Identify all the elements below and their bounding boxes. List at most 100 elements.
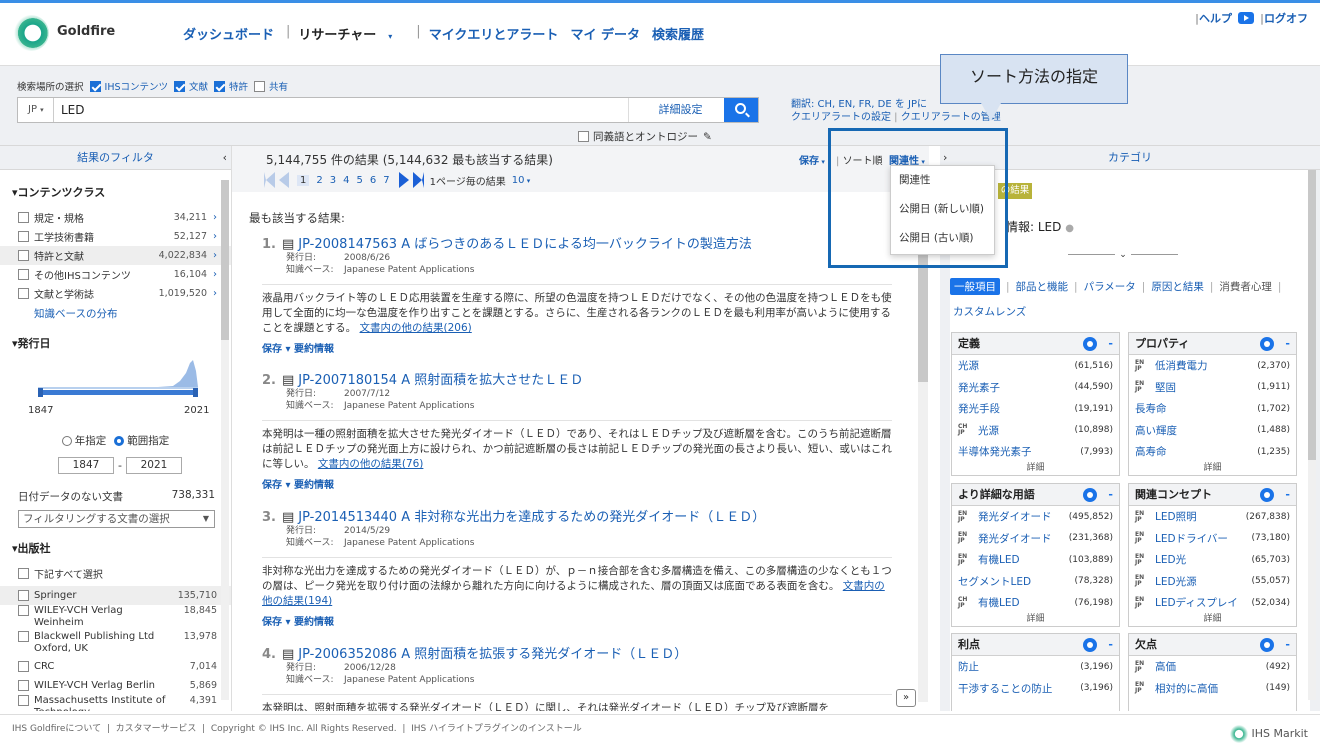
publisher-row[interactable]: Massachusetts Institute of Technology 4,3… bbox=[0, 695, 231, 711]
page-link[interactable]: 1 bbox=[297, 174, 310, 186]
nav-history[interactable]: 検索履歴 bbox=[652, 24, 704, 43]
nav-researcher[interactable]: リサーチャー ▾ bbox=[298, 24, 404, 43]
more-results-link[interactable]: 文書内の他の結果(206) bbox=[360, 322, 472, 334]
collapse-icon[interactable]: - bbox=[1108, 333, 1113, 355]
result-title[interactable]: 2. ▤ JP-2007180154 A 照射面積を拡大させたＬＥＤ bbox=[262, 369, 892, 388]
concept-row[interactable]: 干渉することの防止 (3,196) bbox=[952, 678, 1119, 700]
nav-my-data[interactable]: マイ データ bbox=[570, 24, 640, 43]
concept-row[interactable]: 発光素子 (44,590) bbox=[952, 377, 1119, 399]
search-button[interactable] bbox=[724, 98, 758, 122]
tab-consumer[interactable]: 消費者心理 bbox=[1219, 279, 1272, 294]
tab-parts[interactable]: 部品と機能 bbox=[1016, 279, 1069, 294]
prev-page-icon[interactable] bbox=[279, 172, 289, 188]
gear-icon[interactable] bbox=[1260, 638, 1274, 652]
filter-row[interactable]: 文献と学術誌 1,019,520 › bbox=[0, 284, 231, 303]
more-results-link[interactable]: 文書内の他の結果(76) bbox=[318, 458, 424, 470]
chevron-right-icon[interactable]: › bbox=[213, 269, 217, 280]
concept-row[interactable]: 半導体発光素子 (7,993) bbox=[952, 441, 1119, 463]
save-action[interactable]: 保存 ▾ bbox=[262, 480, 291, 491]
concept-row[interactable]: EN JP 発光ダイオード (495,852) bbox=[952, 506, 1119, 528]
synonyms-toggle[interactable]: 同義語とオントロジー ✎ bbox=[578, 129, 712, 144]
concept-row[interactable]: EN JP 発光ダイオード (231,368) bbox=[952, 528, 1119, 550]
collapse-icon[interactable]: - bbox=[1108, 484, 1113, 506]
edit-icon[interactable]: ✎ bbox=[703, 131, 712, 143]
publisher-checkbox[interactable] bbox=[18, 661, 29, 672]
publisher-row[interactable]: CRC 7,014 bbox=[0, 657, 231, 676]
summary-action[interactable]: 要約情報 bbox=[294, 617, 334, 628]
filter-checkbox[interactable] bbox=[18, 288, 29, 299]
concept-row[interactable]: 発光手段 (19,191) bbox=[952, 398, 1119, 420]
gear-icon[interactable] bbox=[1083, 638, 1097, 652]
chevron-right-icon[interactable]: › bbox=[213, 212, 217, 223]
concept-row[interactable]: 防止 (3,196) bbox=[952, 656, 1119, 678]
logout-link[interactable]: ログオフ bbox=[1264, 10, 1308, 26]
next-page-icon[interactable] bbox=[398, 172, 409, 188]
publisher-row[interactable]: WILEY-VCH Verlag Weinheim 18,845 bbox=[0, 605, 231, 631]
scope-patents-checkbox[interactable] bbox=[214, 80, 226, 92]
concept-row[interactable]: 光源 (61,516) bbox=[952, 355, 1119, 377]
concept-row[interactable]: EN JP 高価 (492) bbox=[1129, 656, 1296, 678]
publisher-checkbox[interactable] bbox=[18, 680, 29, 691]
concept-row[interactable]: EN JP LED照明 (267,838) bbox=[1129, 506, 1296, 528]
custom-lens-link[interactable]: カスタムレンズ bbox=[953, 304, 1026, 319]
advanced-settings-button[interactable]: 詳細設定 bbox=[628, 98, 732, 122]
gear-icon[interactable] bbox=[1083, 488, 1097, 502]
publisher-row[interactable]: Blackwell Publishing Ltd Oxford, UK 13,97… bbox=[0, 631, 231, 657]
box-more-link[interactable]: 詳細 bbox=[1129, 614, 1296, 626]
filter-checkbox[interactable] bbox=[18, 212, 29, 223]
summary-action[interactable]: 要約情報 bbox=[294, 480, 334, 491]
filter-checkbox[interactable] bbox=[18, 231, 29, 242]
radio-year[interactable] bbox=[61, 435, 72, 446]
concept-row[interactable]: EN JP LEDディスプレイ (52,034) bbox=[1129, 592, 1296, 614]
synonyms-checkbox[interactable] bbox=[578, 131, 589, 142]
gear-icon[interactable] bbox=[1083, 337, 1097, 351]
doc-filter-select[interactable]: フィルタリングする文書の選択 ▼ bbox=[18, 510, 215, 528]
page-link[interactable]: 7 bbox=[383, 175, 389, 186]
concept-row[interactable]: EN JP 有機LED (103,889) bbox=[952, 549, 1119, 571]
tab-cause-effect[interactable]: 原因と結果 bbox=[1151, 279, 1204, 294]
result-title[interactable]: 4. ▤ JP-2006352086 A 照射面積を拡張する発光ダイオード（ＬＥＤ） bbox=[262, 643, 892, 662]
filter-row[interactable]: 特許と文献 4,022,834 › bbox=[0, 246, 231, 265]
kb-distribution-link[interactable]: 知識ベースの分布 bbox=[34, 306, 231, 321]
tab-general[interactable]: 一般項目 bbox=[950, 278, 1000, 295]
pubdate-header[interactable]: ▾発行日 bbox=[12, 335, 231, 351]
collapse-left-icon[interactable]: ‹ bbox=[223, 146, 227, 170]
alert-setting-link[interactable]: クエリアラートの設定 bbox=[791, 112, 891, 123]
filter-row[interactable]: 規定・規格 34,211 › bbox=[0, 208, 231, 227]
concept-row[interactable]: EN JP LED光 (65,703) bbox=[1129, 549, 1296, 571]
filter-scrollbar[interactable] bbox=[221, 180, 229, 700]
scope-ihs-checkbox[interactable] bbox=[89, 80, 101, 92]
concept-row[interactable]: EN JP 堅固 (1,911) bbox=[1129, 377, 1296, 399]
select-all-row[interactable]: 下記すべて選択 bbox=[0, 564, 231, 583]
content-class-header[interactable]: ▾コンテンツクラス bbox=[12, 184, 231, 200]
box-more-link[interactable]: 詳細 bbox=[952, 463, 1119, 475]
chevron-right-icon[interactable]: › bbox=[213, 250, 217, 261]
gear-icon[interactable] bbox=[1260, 488, 1274, 502]
collapse-icon[interactable]: - bbox=[1285, 634, 1290, 656]
nav-my-queries[interactable]: マイクエリとアラート bbox=[429, 24, 559, 43]
concept-row[interactable]: 高い輝度 (1,488) bbox=[1129, 420, 1296, 442]
concept-row[interactable]: CH JP 光源 (10,898) bbox=[952, 420, 1119, 442]
result-title[interactable]: 3. ▤ JP-2014513440 A 非対称な光出力を達成するための発光ダイオー… bbox=[262, 506, 892, 525]
radio-range[interactable] bbox=[114, 435, 125, 446]
last-page-icon[interactable] bbox=[412, 172, 424, 188]
chevron-right-icon[interactable]: › bbox=[213, 231, 217, 242]
collapse-icon[interactable]: - bbox=[1108, 634, 1113, 656]
page-link[interactable]: 4 bbox=[343, 175, 349, 186]
help-link[interactable]: ヘルプ bbox=[1199, 10, 1232, 26]
select-all-checkbox[interactable] bbox=[18, 568, 29, 579]
publisher-checkbox[interactable] bbox=[18, 695, 29, 706]
per-page-select[interactable]: 10 ▾ bbox=[512, 175, 530, 186]
year-to-input[interactable]: 2021 bbox=[125, 457, 182, 474]
expand-icon[interactable]: » bbox=[896, 689, 916, 707]
filter-row[interactable]: 工学技術書籍 52,127 › bbox=[0, 227, 231, 246]
tab-parameters[interactable]: パラメータ bbox=[1084, 279, 1136, 294]
box-more-link[interactable]: 詳細 bbox=[952, 614, 1119, 626]
chevron-right-icon[interactable]: › bbox=[213, 288, 217, 299]
language-select[interactable]: JP ▾ bbox=[18, 98, 54, 122]
filter-row[interactable]: その他IHSコンテンツ 16,104 › bbox=[0, 265, 231, 284]
divider-chevron[interactable]: ⌄ bbox=[1068, 250, 1178, 268]
publisher-checkbox[interactable] bbox=[18, 590, 29, 601]
publisher-row[interactable]: WILEY-VCH Verlag Berlin 5,869 bbox=[0, 676, 231, 695]
save-action[interactable]: 保存 ▾ bbox=[262, 617, 291, 628]
